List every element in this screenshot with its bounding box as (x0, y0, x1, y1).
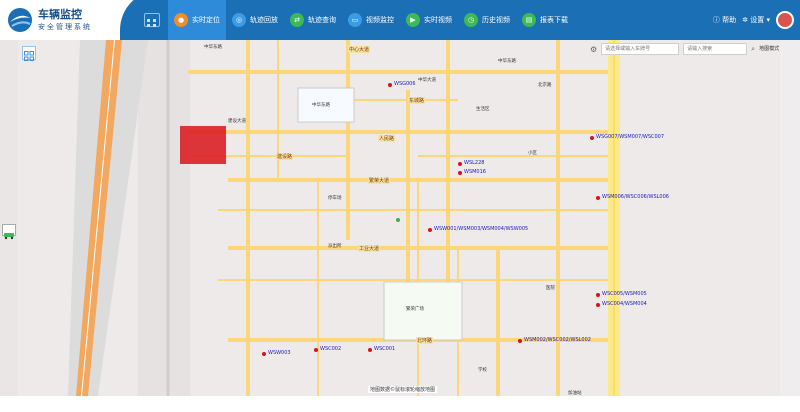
report-icon: ▤ (522, 13, 536, 27)
poi-label: 停车场 (328, 196, 342, 201)
vehicle-label[interactable]: WSM016 (464, 169, 486, 175)
road-label: 东城路 (408, 97, 426, 104)
road-label: 北环路 (416, 337, 434, 344)
vehicle-label[interactable]: WSG006 (394, 81, 416, 87)
poi-label: 小区 (528, 151, 537, 156)
vehicle-pin[interactable] (368, 348, 372, 352)
poi-label: 派出所 (328, 244, 342, 249)
vehicle-pin[interactable] (458, 162, 462, 166)
header-right: ⓘ 帮助 ✲ 设置 ▾ (713, 0, 794, 40)
vehicle-label[interactable]: WSG007/WSM007/WSC007 (596, 134, 664, 140)
nav-label: 实时视频 (424, 16, 452, 24)
road-label: 中心大道 (348, 46, 371, 53)
grid-menu-icon (147, 19, 156, 27)
road-label: 繁荣大道 (368, 177, 391, 184)
vehicle-label[interactable]: WSM006/WSC006/WSL006 (602, 194, 669, 200)
search-icon[interactable]: ⌕ (751, 45, 755, 54)
poi-label: 学校 (478, 368, 487, 373)
place-search-input[interactable] (683, 43, 748, 55)
poi-label: 中华东路 (204, 45, 222, 50)
map-layer-select[interactable]: 地图模式 (759, 43, 779, 55)
map-canvas[interactable]: 中心大道 东城路 建设路 繁荣大道 工业大道 北环路 人民路 中华东路 繁荣广场… (18, 40, 780, 396)
avatar[interactable] (776, 11, 794, 29)
help-link[interactable]: ⓘ 帮助 (713, 15, 736, 25)
grid-icon (24, 51, 34, 61)
road-label: 人民路 (378, 135, 396, 142)
vehicle-pin[interactable] (518, 339, 522, 343)
nav-live-video[interactable]: ▶ 实时视频 (400, 0, 458, 40)
nav-history-video[interactable]: ◷ 历史视频 (458, 0, 516, 40)
vehicle-label[interactable]: WSM002/WSC002/WSL002 (524, 337, 591, 343)
brand-subtitle: 安全管理系统 (38, 23, 92, 31)
history-icon: ◷ (464, 13, 478, 27)
help-label: 帮助 (722, 16, 737, 24)
map-roads (18, 40, 780, 396)
vehicle-pin[interactable] (596, 303, 600, 307)
poi-label: 医院 (546, 286, 555, 291)
video-icon: ▭ (348, 13, 362, 27)
route-icon: ⇄ (290, 13, 304, 27)
vehicle-label[interactable]: WSC001 (374, 346, 395, 352)
road-label: 工业大道 (358, 245, 381, 252)
vehicle-pin[interactable] (596, 293, 600, 297)
menu-toggle-button[interactable] (144, 13, 160, 27)
poi-label: 北京路 (538, 83, 552, 88)
road-label: 建设路 (276, 153, 294, 160)
vehicle-pin[interactable] (428, 228, 432, 232)
poi-label: 中华大道 (418, 78, 436, 83)
nav-label: 历史视频 (482, 16, 510, 24)
nav-label: 轨迹回放 (250, 16, 278, 24)
nav-realtime-location[interactable]: ● 实时定位 (168, 0, 226, 40)
track-icon: ◎ (232, 13, 246, 27)
nav-track-playback[interactable]: ◎ 轨迹回放 (226, 0, 284, 40)
vehicle-label[interactable]: WSL228 (464, 160, 484, 166)
location-icon: ● (174, 13, 188, 27)
logo-icon (8, 8, 32, 32)
left-sidebar-strip (0, 40, 18, 396)
nav-track-query[interactable]: ⇄ 轨迹查询 (284, 0, 342, 40)
vehicle-pin[interactable] (458, 171, 462, 175)
app: 车辆监控 安全管理系统 ● 实时定位 ◎ 轨迹回放 ⇄ 轨迹查询 ▭ 视频监控 … (0, 0, 800, 412)
gear-icon[interactable]: ⚙ (590, 45, 597, 54)
brand-title: 车辆监控 (38, 8, 82, 21)
vehicle-panel-toggle[interactable] (2, 224, 16, 240)
poi-label: 建设大道 (228, 119, 246, 124)
nav-label: 视频监控 (366, 16, 394, 24)
map-hint: 地图数据©鼠标滚轮缩放地图 (368, 386, 438, 393)
nav-label: 实时定位 (192, 16, 220, 24)
right-panel-strip (780, 40, 800, 396)
play-icon: ▶ (406, 13, 420, 27)
settings-label: 设置 (750, 16, 765, 24)
area-label: 繁荣广场 (406, 307, 424, 312)
vehicle-pin[interactable] (262, 352, 266, 356)
status-bar (0, 396, 800, 412)
map-search-panel: ⚙ ⌕ 地图模式 ▾ (590, 42, 786, 56)
vehicle-label[interactable]: WSC004/WSM004 (602, 301, 647, 307)
settings-link[interactable]: ✲ 设置 ▾ (742, 15, 770, 25)
vehicle-label[interactable]: WSC002 (320, 346, 341, 352)
top-bar: 车辆监控 安全管理系统 ● 实时定位 ◎ 轨迹回放 ⇄ 轨迹查询 ▭ 视频监控 … (0, 0, 800, 50)
vehicle-label[interactable]: WSC005/WSM005 (602, 291, 647, 297)
vehicle-search-input[interactable] (601, 43, 680, 55)
poi-label: 生活区 (476, 107, 490, 112)
nav-label: 轨迹查询 (308, 16, 336, 24)
main-nav: ● 实时定位 ◎ 轨迹回放 ⇄ 轨迹查询 ▭ 视频监控 ▶ 实时视频 ◷ 历史视… (168, 0, 574, 40)
nav-report-download[interactable]: ▤ 报表下载 (516, 0, 574, 40)
vehicle-pin[interactable] (590, 136, 594, 140)
vehicle-pin[interactable] (388, 83, 392, 87)
poi-label: 中华东路 (498, 59, 516, 64)
vehicle-pin[interactable] (596, 196, 600, 200)
area-label: 中华东路 (312, 103, 330, 108)
vehicle-label[interactable]: WSW003 (268, 350, 291, 356)
layout-toggle-button[interactable] (22, 46, 36, 61)
vehicle-pin[interactable] (314, 348, 318, 352)
car-icon (4, 233, 14, 240)
nav-label: 报表下载 (540, 16, 568, 24)
vehicle-label[interactable]: WSW001/WSM003/WSM004/WSW005 (434, 226, 528, 232)
nav-video-monitor[interactable]: ▭ 视频监控 (342, 0, 400, 40)
